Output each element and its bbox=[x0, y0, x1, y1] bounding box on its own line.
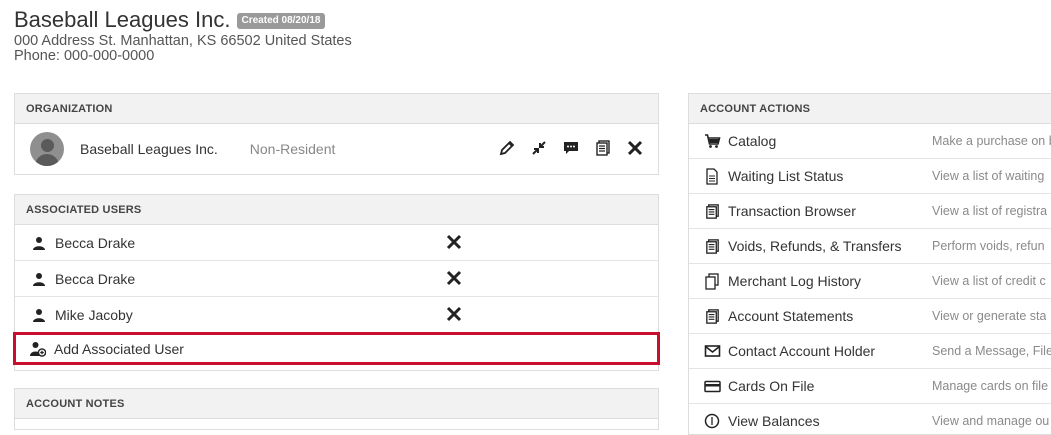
comment-icon[interactable] bbox=[560, 137, 582, 159]
receipts-icon bbox=[703, 237, 721, 255]
action-description: Make a purchase on b bbox=[932, 134, 1051, 148]
associated-user-row: Mike Jacoby bbox=[15, 297, 658, 332]
action-label: Cards On File bbox=[728, 378, 815, 394]
action-label: Contact Account Holder bbox=[728, 343, 876, 359]
action-label: Catalog bbox=[728, 133, 777, 149]
receipts-icon bbox=[703, 202, 721, 220]
action-voids-refunds-transfers[interactable]: Voids, Refunds, & Transfers Perform void… bbox=[689, 229, 1051, 264]
account-actions-panel: ACCOUNT ACTIONS Catalog Make a purchase … bbox=[688, 93, 1051, 435]
action-description: View or generate sta bbox=[932, 309, 1047, 323]
close-icon[interactable] bbox=[624, 137, 646, 159]
copy-icon bbox=[703, 272, 721, 290]
collapse-icon[interactable] bbox=[528, 137, 550, 159]
account-phone: Phone: 000-000-0000 bbox=[14, 48, 155, 64]
associated-users-heading: ASSOCIATED USERS bbox=[15, 195, 658, 225]
associated-user-row: Becca Drake bbox=[15, 225, 658, 261]
organization-heading: ORGANIZATION bbox=[15, 94, 658, 124]
action-label: Waiting List Status bbox=[728, 168, 844, 184]
action-transaction-browser[interactable]: Transaction Browser View a list of regis… bbox=[689, 194, 1051, 229]
account-header: Baseball Leagues Inc. Created 08/20/18 0… bbox=[14, 6, 352, 64]
add-associated-user-button[interactable]: Add Associated User bbox=[13, 332, 660, 365]
remove-user-close-icon[interactable] bbox=[445, 305, 463, 323]
associated-user-row: Becca Drake bbox=[15, 261, 658, 297]
action-cards-on-file[interactable]: Cards On File Manage cards on file bbox=[689, 369, 1051, 404]
user-icon bbox=[31, 271, 47, 287]
user-icon bbox=[31, 235, 47, 251]
user-icon bbox=[31, 307, 47, 323]
action-label: Account Statements bbox=[728, 308, 854, 324]
action-description: View and manage ou bbox=[932, 414, 1050, 428]
document-icon bbox=[703, 167, 721, 185]
remove-user-close-icon[interactable] bbox=[445, 233, 463, 251]
action-waiting-list-status[interactable]: Waiting List Status View a list of waiti… bbox=[689, 159, 1051, 194]
organization-row: Baseball Leagues Inc. Non-Resident bbox=[15, 124, 658, 174]
action-contact-account-holder[interactable]: Contact Account Holder Send a Message, F… bbox=[689, 334, 1051, 369]
organization-name[interactable]: Baseball Leagues Inc. bbox=[80, 141, 218, 157]
associated-user-name[interactable]: Becca Drake bbox=[55, 271, 135, 287]
action-label: View Balances bbox=[728, 413, 820, 429]
action-view-balances[interactable]: View Balances View and manage ou bbox=[689, 404, 1051, 434]
created-badge: Created 08/20/18 bbox=[236, 13, 326, 29]
remove-user-close-icon[interactable] bbox=[445, 269, 463, 287]
action-description: View a list of waiting bbox=[932, 169, 1045, 183]
account-actions-heading: ACCOUNT ACTIONS bbox=[689, 94, 1051, 124]
action-label: Voids, Refunds, & Transfers bbox=[728, 238, 902, 254]
add-associated-user-label: Add Associated User bbox=[54, 340, 184, 357]
account-address: 000 Address St. Manhattan, KS 66502 Unit… bbox=[14, 33, 352, 49]
action-catalog[interactable]: Catalog Make a purchase on b bbox=[689, 124, 1051, 159]
money-icon bbox=[703, 412, 721, 430]
organization-actions bbox=[496, 137, 646, 159]
pencil-icon[interactable] bbox=[496, 137, 518, 159]
avatar bbox=[30, 132, 64, 166]
action-description: View a list of credit c bbox=[932, 274, 1046, 288]
receipts-icon bbox=[703, 307, 721, 325]
account-notes-panel: ACCOUNT NOTES bbox=[14, 388, 659, 430]
associated-user-name[interactable]: Mike Jacoby bbox=[55, 307, 133, 323]
envelope-icon bbox=[703, 342, 721, 360]
account-title: Baseball Leagues Inc. bbox=[14, 7, 231, 32]
action-merchant-log-history[interactable]: Merchant Log History View a list of cred… bbox=[689, 264, 1051, 299]
action-label: Merchant Log History bbox=[728, 273, 862, 289]
receipts-icon[interactable] bbox=[592, 137, 614, 159]
action-description: Perform voids, refun bbox=[932, 239, 1045, 253]
action-description: Send a Message, File bbox=[932, 344, 1051, 358]
action-label: Transaction Browser bbox=[728, 203, 856, 219]
account-notes-heading: ACCOUNT NOTES bbox=[15, 389, 658, 419]
add-user-icon bbox=[30, 341, 46, 357]
organization-panel: ORGANIZATION Baseball Leagues Inc. Non-R… bbox=[14, 93, 659, 175]
associated-user-name[interactable]: Becca Drake bbox=[55, 235, 135, 251]
action-description: Manage cards on file bbox=[932, 379, 1049, 393]
credit-card-icon bbox=[703, 377, 721, 395]
action-description: View a list of registra bbox=[932, 204, 1048, 218]
action-account-statements[interactable]: Account Statements View or generate sta bbox=[689, 299, 1051, 334]
organization-status: Non-Resident bbox=[249, 141, 336, 157]
cart-icon bbox=[703, 132, 721, 150]
